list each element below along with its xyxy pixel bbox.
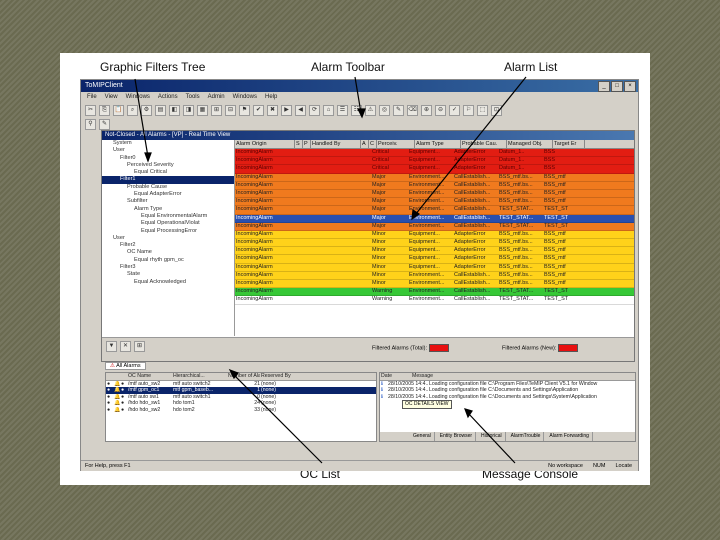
arrow-alarm-toolbar-head (357, 108, 366, 119)
arrow-message-console (467, 412, 516, 464)
callout-arrows (134, 76, 527, 464)
arrow-oc-list-head (228, 368, 239, 380)
arrow-filters-tree (134, 78, 149, 158)
slide-canvas: Graphic Filters Tree Alarm Toolbar Alarm… (60, 53, 650, 485)
arrow-alarm-toolbar (354, 76, 362, 114)
arrow-filters-tree-head (144, 152, 152, 163)
arrow-oc-list (231, 372, 323, 464)
arrow-alarm-list (414, 76, 527, 216)
